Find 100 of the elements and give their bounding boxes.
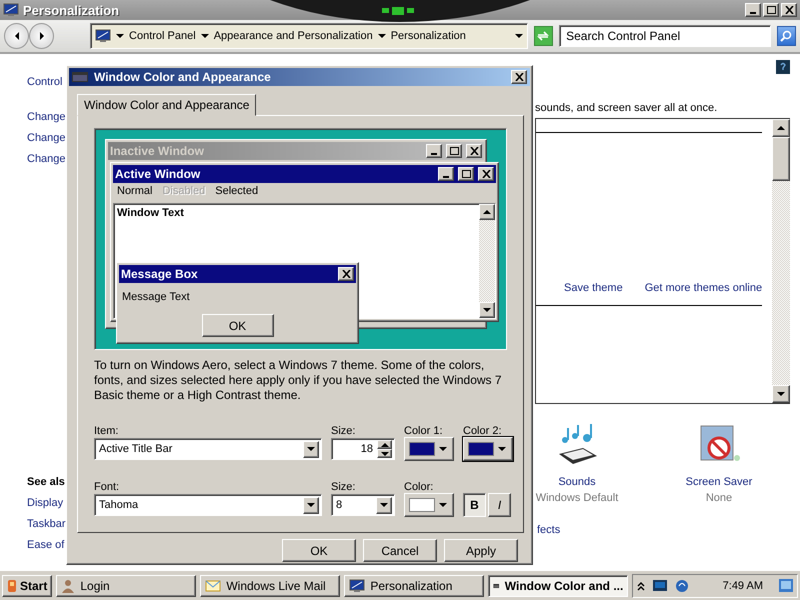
maximize-button[interactable]	[763, 3, 779, 17]
dropdown-button[interactable]	[376, 496, 392, 514]
theme-list[interactable]: Save theme Get more themes online	[535, 118, 790, 404]
network-icon[interactable]	[675, 578, 690, 592]
italic-toggle[interactable]: I	[488, 493, 511, 517]
info-text: To turn on Windows Aero, select a Windows 7 theme. Some of the colors, fonts, and sizes selected here apply only if you have selected the Windows 7 Basic theme or a High Contrast theme.	[94, 358, 503, 403]
see-also-link[interactable]: Display	[27, 493, 64, 514]
search-field[interactable]: Search Control Panel	[559, 25, 771, 47]
breadcrumb-item[interactable]: Personalization	[390, 30, 466, 42]
clock: 7:49 AM	[722, 580, 763, 592]
task-link[interactable]: Change	[27, 128, 66, 149]
breadcrumb-caret-icon	[116, 32, 124, 40]
minimize-button[interactable]	[426, 144, 442, 158]
theme-action-link[interactable]: Save theme	[564, 278, 623, 299]
ok-button[interactable]: OK	[202, 314, 274, 337]
window-icon	[72, 72, 88, 82]
search-icon	[780, 30, 792, 42]
dialog-button[interactable]: Cancel	[363, 539, 437, 562]
help-icon[interactable]	[776, 60, 790, 74]
close-button[interactable]	[338, 267, 354, 281]
dialog-title: Window Color and Appearance	[94, 70, 271, 84]
personalization-icon	[349, 578, 366, 592]
see-also-heading: See als	[27, 475, 65, 490]
font-size-dropdown[interactable]: 8	[331, 494, 395, 516]
dropdown-button[interactable]	[303, 440, 319, 458]
maximize-button[interactable]	[458, 167, 474, 181]
taskbar-button[interactable]: Login	[56, 574, 196, 596]
forward-button[interactable]	[29, 23, 54, 49]
scroll-up-button[interactable]	[772, 119, 790, 137]
scrollbar[interactable]	[772, 119, 790, 403]
field-label: Size:	[331, 424, 356, 437]
color-picker-button[interactable]	[404, 493, 454, 517]
see-also-link[interactable]: Ease of	[27, 535, 64, 556]
scroll-down-button[interactable]	[479, 302, 495, 318]
font-dropdown[interactable]: Tahoma	[94, 494, 322, 516]
see-also-link[interactable]: fects	[535, 524, 560, 536]
setting-link[interactable]: Screen Saver	[686, 476, 752, 488]
close-icon	[470, 147, 478, 155]
dropdown-button[interactable]	[303, 496, 319, 514]
menu-item[interactable]: Selected	[215, 185, 258, 201]
scroll-thumb[interactable]	[772, 137, 790, 181]
close-icon	[784, 6, 794, 14]
maximize-icon	[450, 147, 458, 155]
spin-up-button[interactable]	[377, 440, 392, 449]
scrollbar[interactable]	[479, 204, 495, 318]
close-button[interactable]	[511, 70, 527, 84]
taskbar-button[interactable]: Personalization	[344, 574, 484, 596]
window-title: Active Window	[115, 167, 202, 181]
maximize-icon	[766, 6, 776, 14]
window-icon	[3, 3, 19, 17]
minimize-button[interactable]	[438, 167, 454, 181]
maximize-icon	[462, 170, 470, 178]
close-button[interactable]	[781, 3, 797, 17]
close-button[interactable]	[478, 167, 494, 181]
theme-action-link[interactable]: Get more themes online	[644, 278, 762, 299]
caret-icon	[777, 390, 785, 398]
back-arrow-icon	[12, 32, 20, 40]
caret-icon	[483, 306, 491, 314]
maximize-button[interactable]	[446, 144, 462, 158]
setting-link[interactable]: Sounds	[558, 476, 596, 488]
refresh-button[interactable]	[534, 26, 554, 46]
taskbar-button[interactable]: Windows Live Mail	[200, 574, 340, 596]
task-link[interactable]: Control	[27, 72, 62, 93]
breadcrumb-caret-icon	[378, 32, 386, 40]
dialog-button[interactable]: Apply	[444, 539, 518, 562]
scroll-down-button[interactable]	[772, 385, 790, 403]
see-also-link[interactable]: Taskbar	[27, 514, 66, 535]
control-panel-icon	[95, 29, 112, 43]
color-picker-button[interactable]	[463, 437, 513, 461]
spin-down-button[interactable]	[377, 449, 392, 458]
scroll-up-button[interactable]	[479, 204, 495, 220]
window-title: Inactive Window	[110, 144, 205, 158]
bold-toggle[interactable]: B	[463, 493, 486, 517]
caret-icon	[483, 208, 491, 216]
minimize-button[interactable]	[745, 3, 761, 17]
window-title: Message Box	[121, 267, 199, 281]
back-button[interactable]	[4, 23, 30, 49]
item-dropdown[interactable]: Active Title Bar	[94, 438, 322, 460]
tab[interactable]: Window Color and Appearance	[77, 94, 256, 116]
menu-item[interactable]: Normal	[117, 185, 152, 201]
close-icon	[342, 270, 350, 278]
dialog-button[interactable]: OK	[282, 539, 356, 562]
taskbar-button[interactable]: Window Color and ...	[488, 574, 628, 596]
task-link[interactable]: Change	[27, 149, 66, 170]
field-label: Color:	[404, 480, 434, 493]
chevron-icon[interactable]	[637, 580, 646, 590]
start-button[interactable]: Start	[2, 574, 52, 596]
refresh-icon	[537, 31, 550, 41]
field-label: Size:	[331, 480, 356, 493]
monitor-icon[interactable]	[653, 580, 668, 591]
color-picker-button[interactable]	[404, 437, 454, 461]
forward-arrow-icon	[38, 32, 46, 40]
breadcrumb-item[interactable]: Control Panel	[129, 30, 196, 42]
address-bar[interactable]: Control Panel Appearance and Personalization Personalization	[90, 23, 528, 49]
size-spinner[interactable]: 18	[331, 438, 395, 460]
caret-icon	[439, 501, 447, 509]
search-button[interactable]	[776, 26, 796, 46]
breadcrumb-item[interactable]: Appearance and Personalization	[214, 30, 373, 42]
task-link[interactable]: Change	[27, 107, 66, 128]
close-button[interactable]	[466, 144, 482, 158]
